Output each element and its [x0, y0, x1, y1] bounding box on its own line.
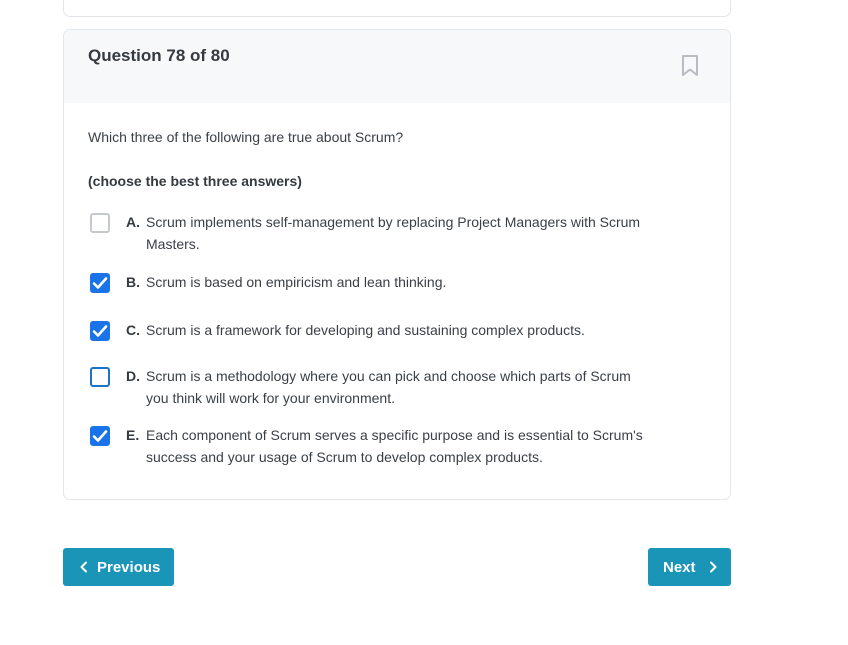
checkbox-b[interactable]	[90, 273, 110, 293]
checkbox-c[interactable]	[90, 321, 110, 341]
checkmark-icon	[92, 277, 108, 289]
option-letter: E.	[126, 427, 140, 443]
question-text: Which three of the following are true ab…	[88, 129, 404, 145]
option-letter: D.	[126, 368, 140, 384]
checkmark-icon	[92, 430, 108, 442]
checkbox-d[interactable]	[90, 367, 110, 387]
question-card: Question 78 of 80 Which three of the fol…	[63, 29, 731, 500]
option-letter: C.	[126, 322, 140, 338]
question-header: Question 78 of 80	[64, 30, 730, 103]
answer-option-a[interactable]: A. Scrum implements self-management by r…	[90, 213, 650, 255]
checkbox-e[interactable]	[90, 426, 110, 446]
next-label: Next	[663, 558, 696, 576]
option-letter: A.	[126, 214, 140, 230]
previous-label: Previous	[97, 558, 161, 576]
chevron-right-icon	[709, 561, 717, 573]
option-text: Scrum is a framework for developing and …	[146, 322, 585, 338]
chevron-left-icon	[80, 561, 87, 573]
answer-option-c[interactable]: C. Scrum is a framework for developing a…	[90, 321, 650, 341]
bookmark-icon[interactable]	[680, 54, 700, 78]
previous-question-card	[63, 0, 731, 17]
option-text: Scrum is based on empiricism and lean th…	[146, 274, 447, 290]
answer-option-e[interactable]: E. Each component of Scrum serves a spec…	[90, 426, 650, 468]
answer-instruction: (choose the best three answers)	[88, 173, 302, 189]
answer-option-d[interactable]: D. Scrum is a methodology where you can …	[90, 367, 650, 409]
option-text: Scrum implements self-management by repl…	[146, 214, 641, 252]
checkmark-icon	[92, 325, 108, 337]
checkbox-a[interactable]	[90, 213, 110, 233]
option-text: Scrum is a methodology where you can pic…	[146, 368, 631, 406]
question-number: Question 78 of 80	[88, 46, 230, 65]
next-button[interactable]: Next	[648, 548, 731, 586]
option-text: Each component of Scrum serves a specifi…	[146, 427, 643, 465]
previous-button[interactable]: Previous	[63, 548, 174, 586]
answer-option-b[interactable]: B. Scrum is based on empiricism and lean…	[90, 273, 650, 293]
option-letter: B.	[126, 274, 140, 290]
